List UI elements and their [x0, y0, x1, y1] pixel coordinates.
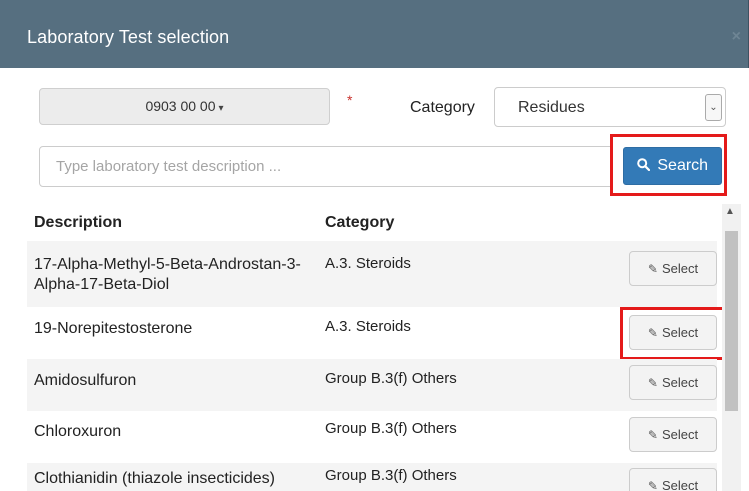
select-button[interactable]: ✎ Select	[629, 468, 717, 491]
table-row: 17-Alpha-Methyl-5-Beta-Androstan-3-Alpha…	[27, 241, 717, 307]
table-row: 19-Norepitestosterone A.3. Steroids ✎ Sel…	[27, 307, 717, 359]
column-header-description: Description	[34, 214, 123, 231]
edit-icon: ✎	[647, 428, 658, 442]
row-description: 17-Alpha-Methyl-5-Beta-Androstan-3-Alpha…	[34, 256, 301, 293]
select-button[interactable]: ✎ Select	[629, 251, 717, 286]
dept-code-value: 0903 00 00	[145, 98, 216, 114]
required-mark: *	[347, 92, 353, 108]
row-description: 19-Norepitestosterone	[34, 320, 193, 337]
row-category: A.3. Steroids	[325, 255, 411, 272]
select-button[interactable]: ✎ Select	[629, 365, 717, 400]
close-icon[interactable]: ×	[732, 28, 741, 46]
row-category: A.3. Steroids	[325, 318, 411, 335]
row-category: Group B.3(f) Others	[325, 420, 457, 437]
modal-title: Laboratory Test selection	[27, 27, 230, 47]
row-description: Clothianidin (thiazole insecticides)	[34, 470, 276, 487]
category-label: Category	[410, 99, 475, 116]
edit-icon: ✎	[647, 262, 658, 276]
select-button-label: Select	[661, 427, 699, 442]
search-input[interactable]	[39, 146, 611, 187]
table-scrollbar[interactable]: ▲	[722, 204, 741, 491]
scroll-thumb[interactable]	[725, 231, 738, 411]
caret-down-icon: ▾	[218, 103, 224, 114]
row-description: Chloroxuron	[34, 423, 122, 440]
scroll-up-icon[interactable]: ▲	[725, 206, 735, 217]
select-button[interactable]: ✎ Select	[629, 417, 717, 452]
edit-icon: ✎	[647, 479, 658, 491]
chevron-down-icon[interactable]: ⌄	[705, 94, 722, 121]
select-button-label: Select	[661, 478, 699, 491]
row-description: Amidosulfuron	[34, 372, 137, 389]
table-row: Chloroxuron Group B.3(f) Others ✎ Select	[27, 411, 717, 463]
edit-icon: ✎	[647, 376, 658, 390]
select-highlight-box	[620, 307, 727, 360]
row-category: Group B.3(f) Others	[325, 467, 457, 484]
table-row: Clothianidin (thiazole insecticides) Gro…	[27, 463, 717, 491]
category-select-value: Residues	[518, 99, 585, 116]
column-header-category: Category	[325, 214, 395, 231]
search-highlight-box	[610, 134, 727, 196]
table-row: Amidosulfuron Group B.3(f) Others ✎ Selec…	[27, 359, 717, 411]
select-button-label: Select	[661, 261, 699, 276]
select-button-label: Select	[661, 375, 699, 390]
row-category: Group B.3(f) Others	[325, 370, 457, 387]
modal-header: Laboratory Test selection ×	[0, 0, 749, 68]
dept-code-dropdown[interactable]: 0903 00 00 ▾	[39, 88, 330, 125]
category-select[interactable]: Residues ⌄	[494, 87, 726, 127]
